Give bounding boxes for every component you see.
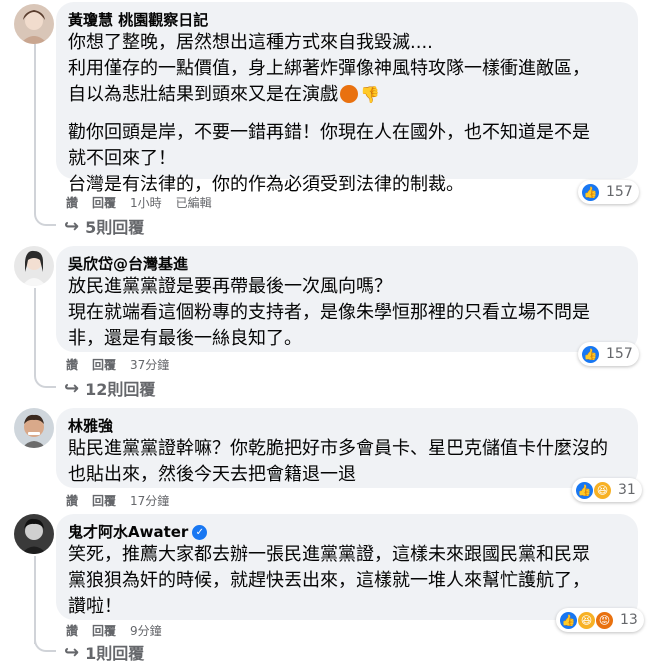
reply-button[interactable]: 回覆 — [92, 194, 116, 211]
thumbs-down-emoji: 👎 — [360, 85, 380, 104]
view-replies-button[interactable]: ↪ 1則回覆 — [64, 640, 144, 664]
avatar[interactable] — [14, 408, 54, 448]
like-button[interactable]: 讚 — [66, 194, 78, 211]
thread-curve — [34, 636, 56, 652]
thread-curve — [34, 210, 56, 226]
comment-text: 就不回來了！ — [68, 148, 176, 169]
timestamp[interactable]: 1小時 — [130, 194, 162, 211]
angry-icon: 😡 — [595, 610, 614, 630]
angry-emoji — [340, 85, 358, 103]
reaction-count: 157 — [606, 184, 633, 200]
comment-actions: 讚 回覆 37分鐘 — [66, 356, 169, 373]
like-button[interactable]: 讚 — [66, 356, 78, 373]
reply-arrow-icon: ↪ — [64, 215, 80, 237]
reaction-summary[interactable]: 👍 157 — [578, 180, 639, 204]
author-name[interactable]: 吳欣岱@台灣基進 — [68, 254, 626, 274]
comment-text: 你想了整晚，居然想出這種方式來自我毀滅.... — [68, 32, 433, 53]
comment-bubble: 林雅強 貼民進黨黨證幹嘛？你乾脆把好市多會員卡、星巴克儲值卡什麼沒的 也貼出來，… — [56, 408, 638, 488]
comment-text: 也貼出來，然後今天去把會籍退一退 — [68, 464, 356, 485]
verified-badge-icon: ✓ — [192, 524, 208, 540]
haha-icon: 😆 — [577, 610, 596, 630]
comment-text: 笑死，推薦大家都去辦一張民進黨黨證，這樣未來跟國民黨和民眾 — [68, 544, 590, 565]
reaction-count: 157 — [606, 346, 633, 362]
avatar[interactable] — [14, 514, 54, 554]
replies-count: 1則回覆 — [85, 644, 145, 663]
avatar[interactable] — [14, 4, 54, 44]
comment-bubble: 吳欣岱@台灣基進 放民進黨黨證是要再帶最後一次風向嗎？ 現在就端看這個粉專的支持… — [56, 246, 638, 352]
author-name[interactable]: 林雅強 — [68, 416, 626, 436]
like-button[interactable]: 讚 — [66, 622, 78, 639]
comment-text: 讚啦！ — [68, 596, 122, 617]
comment-actions: 讚 回覆 9分鐘 — [66, 622, 162, 639]
edited-label: 已編輯 — [175, 196, 212, 210]
reaction-summary[interactable]: 👍 😆 😡 13 — [556, 608, 644, 632]
comment-actions: 讚 回覆 1小時 已編輯 — [66, 194, 212, 211]
reaction-count: 31 — [618, 482, 636, 498]
thread-curve — [34, 372, 56, 388]
timestamp[interactable]: 9分鐘 — [130, 622, 162, 639]
reply-button[interactable]: 回覆 — [92, 622, 116, 639]
thread-line — [34, 288, 36, 376]
reply-arrow-icon: ↪ — [64, 641, 80, 663]
comment-text: 貼民進黨黨證幹嘛？你乾脆把好市多會員卡、星巴克儲值卡什麼沒的 — [68, 438, 608, 459]
comment-text: 非，還是有最後一絲良知了。 — [68, 328, 302, 349]
like-icon: 👍 — [559, 610, 578, 630]
avatar[interactable] — [14, 246, 54, 286]
reply-button[interactable]: 回覆 — [92, 492, 116, 509]
like-icon: 👍 — [581, 344, 600, 364]
replies-count: 12則回覆 — [85, 380, 156, 399]
reply-button[interactable]: 回覆 — [92, 356, 116, 373]
reaction-summary[interactable]: 👍 😆 31 — [572, 478, 642, 502]
like-icon: 👍 — [581, 182, 600, 202]
timestamp[interactable]: 17分鐘 — [130, 492, 169, 509]
author-name[interactable]: 黃瓊慧 桃園觀察日記 — [68, 10, 626, 30]
comment-actions: 讚 回覆 17分鐘 — [66, 492, 169, 509]
comment-text: 放民進黨黨證是要再帶最後一次風向嗎？ — [68, 276, 392, 297]
comment-text: 勸你回頭是岸，不要一錯再錯！你現在人在國外，也不知道是不是 — [68, 122, 590, 143]
comment-text: 自以為悲壯結果到頭來又是在演戲 👎 — [68, 84, 380, 105]
view-replies-button[interactable]: ↪ 5則回覆 — [64, 214, 144, 238]
like-button[interactable]: 讚 — [66, 492, 78, 509]
comment-bubble: 黃瓊慧 桃園觀察日記 你想了整晚，居然想出這種方式來自我毀滅.... 利用僅存的… — [56, 2, 638, 195]
thread-line — [34, 556, 36, 644]
comment-bubble: 鬼才阿水Awater ✓ 笑死，推薦大家都去辦一張民進黨黨證，這樣未來跟國民黨和民… — [56, 514, 638, 620]
reaction-count: 13 — [620, 612, 638, 628]
replies-count: 5則回覆 — [85, 218, 145, 237]
haha-icon: 😆 — [593, 480, 612, 500]
comment-text: 黨狼狽為奸的時候，就趕快丟出來，這樣就一堆人來幫忙護航了， — [68, 570, 590, 591]
timestamp[interactable]: 37分鐘 — [130, 356, 169, 373]
view-replies-button[interactable]: ↪ 12則回覆 — [64, 376, 155, 400]
like-icon: 👍 — [575, 480, 594, 500]
reply-arrow-icon: ↪ — [64, 377, 80, 399]
reaction-summary[interactable]: 👍 157 — [578, 342, 639, 366]
thread-line — [34, 44, 36, 214]
comment-text: 利用僅存的一點價值，身上綁著炸彈像神風特攻隊一樣衝進敵區， — [68, 58, 590, 79]
author-name[interactable]: 鬼才阿水Awater ✓ — [68, 522, 626, 542]
comment-text: 現在就端看這個粉專的支持者，是像朱學恒那裡的只看立場不問是 — [68, 302, 590, 323]
